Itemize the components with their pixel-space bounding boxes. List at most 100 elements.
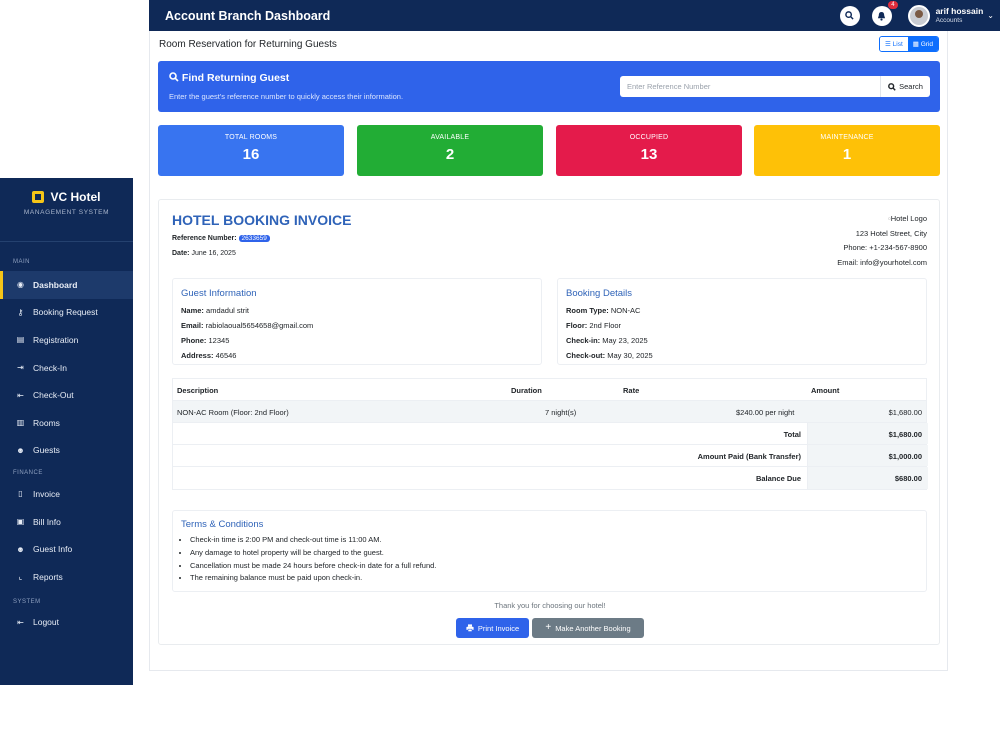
sidebar-item-check-out[interactable]: ⇤ Check-Out (0, 381, 133, 409)
sidebar-item-bill-info[interactable]: ▣ Bill Info (0, 508, 133, 536)
terms-item: Cancellation must be made 24 hours befor… (190, 560, 436, 573)
print-invoice-button[interactable]: Print Invoice (456, 618, 529, 638)
sidebar-item-label: Bill Info (33, 516, 61, 527)
view-toggle: ☰ List ▦ Grid (879, 36, 939, 52)
user-menu[interactable]: arif hossain Accounts (935, 6, 984, 24)
hotel-address: 123 Hotel Street, City (855, 228, 927, 238)
stat-total-rooms[interactable]: TOTAL ROOMS 16 (158, 125, 344, 176)
list-view-button[interactable]: ☰ List (880, 37, 908, 51)
sidebar-item-label: Logout (33, 617, 59, 628)
thank-you-text: Thank you for choosing our hotel! (494, 601, 606, 610)
table-header-row: Description Duration Rate Amount (173, 379, 926, 401)
stat-available[interactable]: AVAILABLE 2 (357, 125, 543, 176)
find-guest-title: Find Returning Guest (181, 72, 290, 84)
item-amount: $1,680.00 (888, 408, 922, 417)
search-icon (888, 82, 896, 91)
page-title: Room Reservation for Returning Guests (159, 39, 337, 50)
chevron-down-icon[interactable]: ⌄ (987, 11, 994, 20)
stat-label: OCCUPIED (629, 134, 669, 141)
invoice: HOTEL BOOKING INVOICE Reference Number: … (158, 199, 940, 645)
brand: VC Hotel MANAGEMENT SYSTEM (0, 178, 133, 242)
sidebar-item-rooms[interactable]: ▥ Rooms (0, 409, 133, 437)
sidebar-item-registration[interactable]: ▤ Registration (0, 326, 133, 354)
hotel-email: Email: info@yourhotel.com (837, 257, 927, 267)
reference-badge: 2633659 (238, 235, 270, 242)
sidebar-item-label: Booking Request (33, 307, 98, 318)
guest-phone: Phone: 12345 (181, 336, 230, 345)
sidebar-item-guests[interactable]: ☻ Guests (0, 437, 133, 465)
stat-occupied[interactable]: OCCUPIED 13 (556, 125, 742, 176)
amount-paid-label: Amount Paid (Bank Transfer) (697, 452, 801, 461)
check-out-date: Check-out: May 30, 2025 (566, 351, 653, 360)
grid-view-button[interactable]: ▦ Grid (907, 37, 938, 51)
booking-details-title: Booking Details (566, 288, 633, 299)
printer-icon (466, 624, 474, 632)
search-icon (169, 72, 179, 82)
terms-item: Check-in time is 2:00 PM and check-out t… (190, 534, 436, 547)
user-role: Accounts (935, 16, 963, 24)
booking-details-card: Booking Details Room Type: NON-AC Floor:… (557, 278, 927, 365)
sidebar-item-booking-request[interactable]: ⚷ Booking Request (0, 299, 133, 327)
amount-paid: $1,000.00 (888, 452, 922, 461)
sidebar-item-guest-info[interactable]: ☻ Guest Info (0, 535, 133, 563)
plus-icon: + (545, 622, 552, 633)
check-in-date: Check-in: May 23, 2025 (566, 336, 648, 345)
sidebar-item-label: Invoice (33, 488, 60, 499)
hotel-icon (32, 191, 45, 203)
item-description: NON-AC Room (Floor: 2nd Floor) (177, 408, 289, 417)
sidebar-item-check-in[interactable]: ⇥ Check-In (0, 354, 133, 382)
app-title: Account Branch Dashboard (165, 8, 331, 23)
room-type: Room Type: NON-AC (566, 306, 641, 315)
balance-due-label: Balance Due (755, 474, 801, 483)
sidebar-item-label: Rooms (33, 417, 60, 428)
find-guest-panel: Find Returning Guest Enter the guest's r… (158, 61, 940, 112)
sidebar-item-label: Reports (33, 571, 63, 582)
floor: Floor: 2nd Floor (566, 321, 622, 330)
total-amount: $1,680.00 (888, 430, 922, 439)
stat-label: AVAILABLE (430, 134, 470, 141)
sidebar-item-label: Check-In (33, 362, 68, 373)
search-reference-button[interactable]: Search (880, 76, 930, 97)
search-button[interactable] (839, 5, 860, 26)
hotel-logo: ▫Hotel Logo (888, 214, 927, 223)
terms-item: The remaining balance must be paid upon … (190, 572, 436, 585)
sidebar-item-label: Registration (33, 334, 79, 345)
chart-icon: ⌞ (18, 572, 23, 582)
terms-list: Check-in time is 2:00 PM and check-out t… (190, 534, 436, 585)
key-icon: ⚷ (17, 307, 24, 317)
invoice-table: Description Duration Rate Amount NON-AC … (172, 378, 928, 490)
sidebar-item-reports[interactable]: ⌞ Reports (0, 563, 133, 591)
find-guest-description: Enter the guest's reference number to qu… (169, 92, 404, 101)
terms-title: Terms & Conditions (181, 519, 264, 530)
terms-card: Terms & Conditions Check-in time is 2:00… (172, 510, 927, 592)
make-another-booking-button[interactable]: + Make Another Booking (532, 618, 644, 638)
sidebar-item-invoice[interactable]: ▯ Invoice (0, 480, 133, 508)
item-rate: $240.00 per night (736, 408, 795, 417)
hotel-phone: Phone: +1-234-567-8900 (843, 243, 927, 253)
column-header-description: Description (177, 386, 219, 395)
user-name: arif hossain (935, 6, 984, 17)
file-icon: ▯ (18, 489, 23, 499)
reference-number-input[interactable] (620, 76, 880, 97)
sidebar-item-dashboard[interactable]: ◉ Dashboard (0, 271, 133, 299)
terms-item: Any damage to hotel property will be cha… (190, 547, 436, 560)
sidebar-item-label: Guests (33, 445, 60, 456)
sidebar-item-logout[interactable]: ⇤ Logout (0, 609, 133, 637)
sidebar-item-label: Check-Out (33, 390, 74, 401)
amount-paid-row: Amount Paid (Bank Transfer) $1,000.00 (173, 445, 928, 467)
table-row: NON-AC Room (Floor: 2nd Floor) 7 night(s… (173, 401, 926, 423)
stat-value: 1 (842, 146, 852, 163)
notification-count-badge: 4 (888, 0, 898, 9)
sidebar-item-label: Dashboard (33, 279, 78, 290)
stat-label: MAINTENANCE (820, 134, 874, 141)
avatar[interactable] (907, 4, 930, 27)
notifications-button[interactable]: 4 (871, 0, 898, 26)
stat-maintenance[interactable]: MAINTENANCE 1 (754, 125, 940, 176)
gauge-icon: ◉ (17, 280, 24, 290)
money-icon: ▣ (16, 517, 25, 527)
brand-title: VC Hotel (50, 190, 101, 204)
topbar: Account Branch Dashboard 4 arif hossain … (149, 0, 1000, 31)
users-icon: ☻ (16, 544, 25, 554)
balance-due: $680.00 (894, 474, 922, 483)
sidebar-item-label: Guest Info (33, 544, 73, 555)
